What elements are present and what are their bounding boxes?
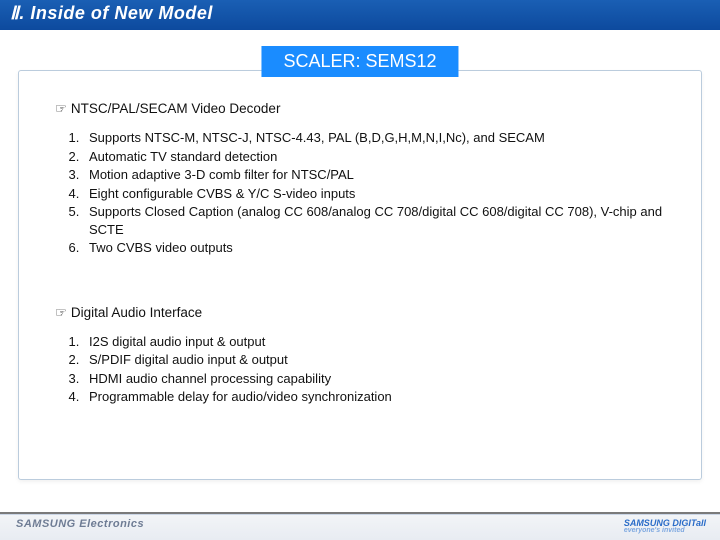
spacer (19, 277, 701, 305)
list-item: Motion adaptive 3-D comb filter for NTSC… (83, 166, 665, 184)
list-item: Two CVBS video outputs (83, 239, 665, 257)
footer: SAMSUNG Electronics SAMSUNG DIGITall eve… (0, 514, 720, 540)
audio-interface-list: I2S digital audio input & output S/PDIF … (55, 333, 665, 406)
slide: Ⅱ. Inside of New Model SCALER: SEMS12 ☞ … (0, 0, 720, 540)
list-item: Programmable delay for audio/video synch… (83, 388, 665, 406)
list-item: Automatic TV standard detection (83, 148, 665, 166)
list-item: HDMI audio channel processing capability (83, 370, 665, 388)
footer-brand-tagline: everyone's invited (624, 528, 706, 534)
list-item: Eight configurable CVBS & Y/C S-video in… (83, 185, 665, 203)
footer-brand-left: SAMSUNG Electronics (16, 518, 144, 530)
section-audio-interface: ☞ Digital Audio Interface I2S digital au… (55, 305, 665, 406)
list-item: S/PDIF digital audio input & output (83, 351, 665, 369)
video-decoder-list: Supports NTSC-M, NTSC-J, NTSC-4.43, PAL … (55, 129, 665, 257)
section-heading: ☞ NTSC/PAL/SECAM Video Decoder (55, 101, 665, 117)
content-frame: ☞ NTSC/PAL/SECAM Video Decoder Supports … (18, 70, 702, 480)
page-title: Ⅱ. Inside of New Model (0, 0, 720, 30)
list-item: Supports NTSC-M, NTSC-J, NTSC-4.43, PAL … (83, 129, 665, 147)
footer-brand-right: SAMSUNG DIGITall everyone's invited (624, 518, 706, 534)
list-item: Supports Closed Caption (analog CC 608/a… (83, 203, 665, 238)
scaler-badge: SCALER: SEMS12 (261, 46, 458, 77)
list-item: I2S digital audio input & output (83, 333, 665, 351)
section-video-decoder: ☞ NTSC/PAL/SECAM Video Decoder Supports … (55, 71, 665, 257)
section-heading: ☞ Digital Audio Interface (55, 305, 665, 321)
